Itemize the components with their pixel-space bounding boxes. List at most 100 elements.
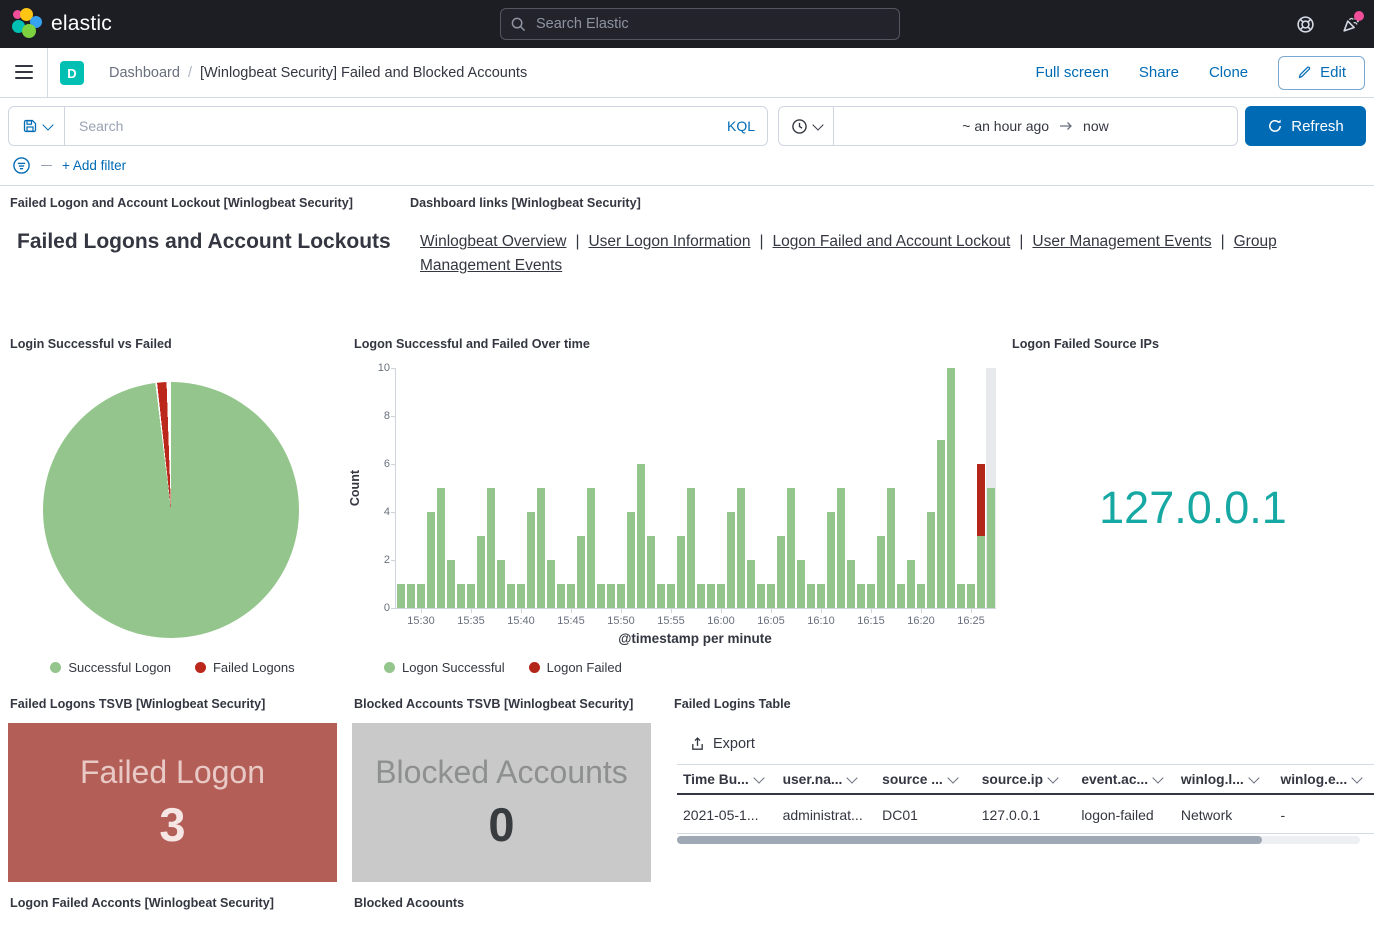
- dashboard-link[interactable]: Winlogbeat Overview: [420, 233, 566, 250]
- newsfeed-icon[interactable]: [1341, 15, 1360, 34]
- bar-logon-successful[interactable]: [617, 584, 625, 608]
- export-button[interactable]: Export: [690, 736, 755, 752]
- bar-logon-successful[interactable]: [917, 584, 925, 608]
- help-icon[interactable]: [1296, 15, 1315, 34]
- bar-logon-successful[interactable]: [667, 584, 675, 608]
- saved-query-menu-button[interactable]: [9, 107, 65, 145]
- query-search-input[interactable]: [77, 117, 719, 135]
- table-column-header[interactable]: source ...: [876, 772, 976, 787]
- refresh-button[interactable]: Refresh: [1245, 106, 1366, 146]
- bar-logon-successful[interactable]: [577, 536, 585, 608]
- time-range-display[interactable]: ~ an hour ago now: [834, 118, 1237, 134]
- clone-button[interactable]: Clone: [1209, 64, 1248, 81]
- bar-logon-successful[interactable]: [567, 584, 575, 608]
- time-range-to[interactable]: now: [1083, 118, 1109, 134]
- source-ip-tag[interactable]: 127.0.0.1: [1012, 482, 1374, 534]
- filter-icon[interactable]: [12, 156, 31, 175]
- elastic-home-button[interactable]: elastic: [12, 8, 112, 40]
- bar-logon-successful[interactable]: [787, 488, 795, 608]
- bar-logon-successful[interactable]: [467, 584, 475, 608]
- bar-logon-successful[interactable]: [417, 584, 425, 608]
- bar-logon-successful[interactable]: [557, 584, 565, 608]
- legend-item[interactable]: Logon Successful: [384, 660, 505, 675]
- bar-logon-successful[interactable]: [517, 584, 525, 608]
- bar-logon-successful[interactable]: [407, 584, 415, 608]
- bar-logon-successful[interactable]: [677, 536, 685, 608]
- bar-logon-successful[interactable]: [637, 464, 645, 608]
- bar-logon-successful[interactable]: [717, 584, 725, 608]
- kql-language-button[interactable]: KQL: [727, 118, 755, 134]
- bar-logon-successful[interactable]: [537, 488, 545, 608]
- bar-logon-successful[interactable]: [857, 584, 865, 608]
- table-column-header[interactable]: user.na...: [777, 772, 877, 787]
- bar-logon-successful[interactable]: [887, 488, 895, 608]
- table-column-header[interactable]: source.ip: [976, 772, 1076, 787]
- bar-logon-successful[interactable]: [747, 560, 755, 608]
- pie-chart[interactable]: [43, 382, 299, 638]
- bar-logon-successful[interactable]: [907, 560, 915, 608]
- bar-logon-successful[interactable]: [477, 536, 485, 608]
- time-picker-quick-menu-button[interactable]: [779, 107, 834, 145]
- bar-logon-successful[interactable]: [447, 560, 455, 608]
- bar-logon-successful[interactable]: [487, 488, 495, 608]
- scrollbar-thumb[interactable]: [677, 836, 1262, 844]
- dashboard-badge[interactable]: D: [60, 61, 84, 85]
- bar-logon-successful[interactable]: [457, 584, 465, 608]
- bar-logon-successful[interactable]: [817, 584, 825, 608]
- bar-logon-successful[interactable]: [627, 512, 635, 608]
- global-search-input[interactable]: [534, 15, 889, 33]
- add-filter-button[interactable]: + Add filter: [62, 158, 126, 173]
- breadcrumb-dashboard[interactable]: Dashboard: [109, 65, 180, 81]
- dashboard-link[interactable]: User Management Events: [1032, 233, 1211, 250]
- time-range-from[interactable]: ~ an hour ago: [962, 118, 1049, 134]
- bar-logon-successful[interactable]: [597, 584, 605, 608]
- bar-logon-failed[interactable]: [977, 464, 985, 536]
- bar-logon-successful[interactable]: [937, 440, 945, 608]
- bar-logon-successful[interactable]: [987, 488, 995, 608]
- full-screen-button[interactable]: Full screen: [1036, 64, 1109, 81]
- bar-logon-successful[interactable]: [897, 584, 905, 608]
- bar-logon-successful[interactable]: [707, 584, 715, 608]
- bar-logon-successful[interactable]: [967, 584, 975, 608]
- bar-logon-successful[interactable]: [837, 488, 845, 608]
- table-column-header[interactable]: winlog.e...: [1274, 772, 1374, 787]
- legend-item[interactable]: Failed Logons: [195, 660, 295, 675]
- bar-logon-successful[interactable]: [607, 584, 615, 608]
- bar-logon-successful[interactable]: [647, 536, 655, 608]
- bar-logon-successful[interactable]: [497, 560, 505, 608]
- bar-logon-successful[interactable]: [737, 488, 745, 608]
- share-button[interactable]: Share: [1139, 64, 1179, 81]
- dashboard-link[interactable]: Logon Failed and Account Lockout: [773, 233, 1011, 250]
- bar-logon-successful[interactable]: [397, 584, 405, 608]
- bar-logon-successful[interactable]: [827, 512, 835, 608]
- bar-logon-successful[interactable]: [777, 536, 785, 608]
- bar-logon-successful[interactable]: [867, 584, 875, 608]
- table-column-header[interactable]: Time Bu...: [677, 772, 777, 787]
- bar-logon-successful[interactable]: [687, 488, 695, 608]
- failed-logins-table-row[interactable]: 2021-05-1...administrat...DC01127.0.0.1l…: [677, 797, 1374, 834]
- bar-logon-successful[interactable]: [547, 560, 555, 608]
- legend-item[interactable]: Successful Logon: [50, 660, 171, 675]
- bar-logon-successful[interactable]: [657, 584, 665, 608]
- bar-logon-successful[interactable]: [957, 584, 965, 608]
- table-column-header[interactable]: event.ac...: [1075, 772, 1175, 787]
- legend-item[interactable]: Logon Failed: [529, 660, 622, 675]
- global-search[interactable]: [500, 8, 900, 40]
- bar-logon-successful[interactable]: [427, 512, 435, 608]
- bar-logon-successful[interactable]: [727, 512, 735, 608]
- bar-logon-successful[interactable]: [807, 584, 815, 608]
- bar-logon-successful[interactable]: [697, 584, 705, 608]
- bar-logon-successful[interactable]: [947, 368, 955, 608]
- bar-logon-successful[interactable]: [507, 584, 515, 608]
- bar-logon-successful[interactable]: [847, 560, 855, 608]
- table-column-header[interactable]: winlog.l...: [1175, 772, 1275, 787]
- bar-logon-successful[interactable]: [757, 584, 765, 608]
- dashboard-link[interactable]: User Logon Information: [588, 233, 750, 250]
- bar-logon-successful[interactable]: [877, 536, 885, 608]
- menu-icon[interactable]: [15, 65, 33, 79]
- bar-logon-successful[interactable]: [767, 584, 775, 608]
- bar-logon-successful[interactable]: [587, 488, 595, 608]
- edit-button[interactable]: Edit: [1278, 56, 1365, 90]
- bar-logon-successful[interactable]: [797, 560, 805, 608]
- bar-logon-successful[interactable]: [927, 512, 935, 608]
